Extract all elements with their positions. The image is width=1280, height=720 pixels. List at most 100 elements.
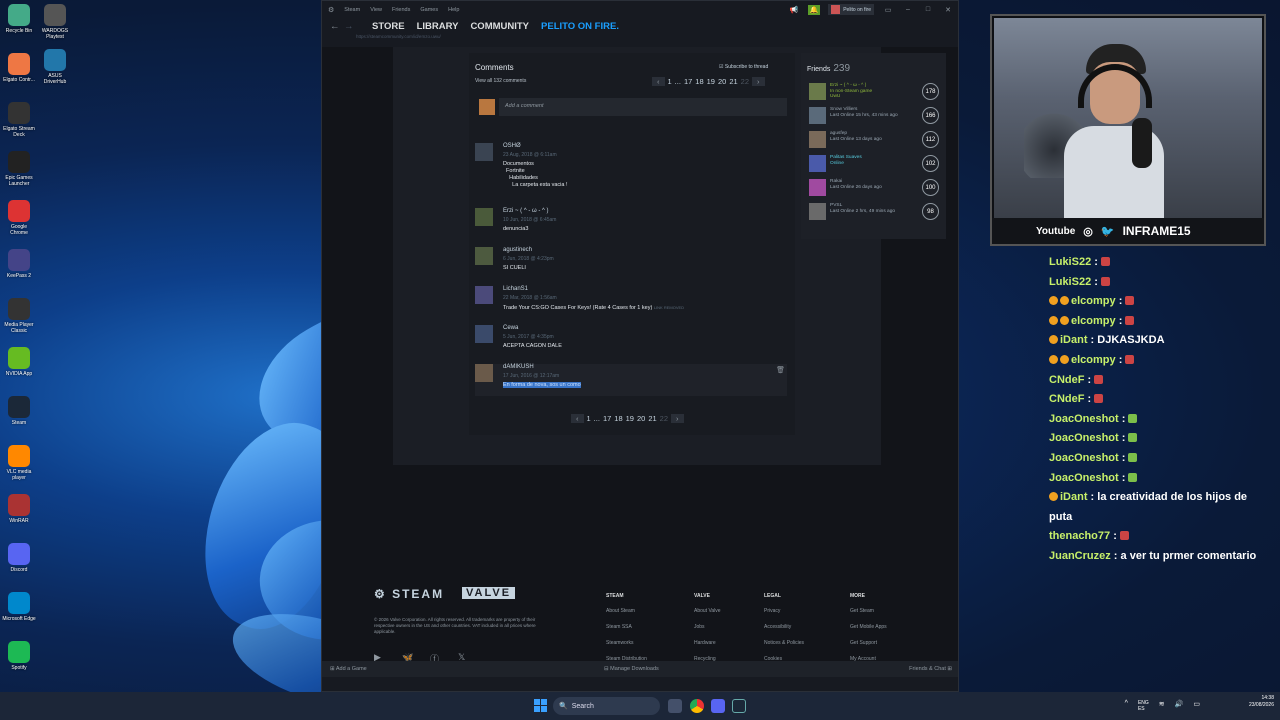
footer-link[interactable]: Get Support <box>850 640 887 646</box>
friend-row[interactable]: Rakai Last Online 26 days ago 100 <box>809 177 941 199</box>
pager-prev-bottom[interactable]: ‹ <box>571 414 584 423</box>
bell-icon[interactable]: 🔔 <box>808 4 821 15</box>
task-view-icon[interactable] <box>668 699 682 713</box>
chat-username[interactable]: elcompy <box>1071 315 1116 327</box>
chat-username[interactable]: CNdeF <box>1049 374 1084 386</box>
desktop-icon[interactable]: Discord <box>2 541 36 586</box>
page-1[interactable]: 1 <box>668 77 672 86</box>
footer-link[interactable]: Get Steam <box>850 608 887 614</box>
chat-username[interactable]: JoacOneshot <box>1049 432 1119 444</box>
chat-username[interactable]: iDant <box>1060 334 1088 346</box>
menu-games[interactable]: Games <box>420 7 438 13</box>
commenter-avatar[interactable] <box>475 143 493 161</box>
taskbar-search[interactable]: 🔍 Search <box>553 697 660 715</box>
footer-link[interactable]: Accessibility <box>764 624 804 630</box>
discord-icon[interactable] <box>711 699 725 713</box>
menu-steam[interactable]: Steam <box>344 7 360 13</box>
forward-arrow-icon[interactable]: → <box>344 21 354 32</box>
chrome-icon[interactable] <box>690 699 704 713</box>
back-arrow-icon[interactable]: ← <box>330 21 340 32</box>
nav-store[interactable]: STORE <box>372 21 405 32</box>
menu-view[interactable]: View <box>370 7 382 13</box>
desktop-icon[interactable]: ASUS DriverHub <box>38 47 72 92</box>
page-19[interactable]: 19 <box>707 77 715 86</box>
chat-username[interactable]: CNdeF <box>1049 393 1084 405</box>
pager-next-top[interactable]: › <box>752 77 765 86</box>
close-icon[interactable]: ✕ <box>942 5 954 15</box>
friend-row[interactable]: agusfep Last Online 13 days ago 112 <box>809 129 941 151</box>
commenter-avatar[interactable] <box>475 208 493 226</box>
user-menu[interactable]: Pelito on fire <box>828 4 874 15</box>
commenter-name[interactable]: Cewa <box>503 325 518 331</box>
desktop-icon[interactable]: KeePass 2 <box>2 247 36 292</box>
page-20[interactable]: 20 <box>637 414 645 423</box>
chat-username[interactable]: JoacOneshot <box>1049 472 1119 484</box>
page-17[interactable]: 17 <box>603 414 611 423</box>
menu-help[interactable]: Help <box>448 7 459 13</box>
page-19[interactable]: 19 <box>626 414 634 423</box>
commenter-name[interactable]: OSHØ <box>503 143 521 149</box>
commenter-avatar[interactable] <box>475 325 493 343</box>
menu-friends[interactable]: Friends <box>392 7 410 13</box>
wifi-icon[interactable]: ≋ <box>1159 700 1165 712</box>
manage-downloads-button[interactable]: ⊟ Manage Downloads <box>604 666 659 672</box>
desktop-icon[interactable]: WARDOGS Playtest <box>38 2 72 47</box>
nav-library[interactable]: LIBRARY <box>417 21 459 32</box>
megaphone-icon[interactable]: 📢 <box>788 5 800 15</box>
add-comment-input[interactable]: Add a comment <box>499 98 787 116</box>
desktop-icon[interactable]: Recycle Bin <box>2 2 36 47</box>
page-21[interactable]: 21 <box>729 77 737 86</box>
volume-icon[interactable]: 🔊 <box>1175 700 1184 712</box>
desktop-icon[interactable]: Elgato Stream Deck <box>2 100 36 145</box>
nav-community[interactable]: COMMUNITY <box>470 21 529 32</box>
page-18[interactable]: 18 <box>695 77 703 86</box>
footer-link[interactable]: About Steam <box>606 608 647 614</box>
pager-next-bottom[interactable]: › <box>671 414 684 423</box>
nav-profile[interactable]: PELITO ON FIRE. <box>541 21 619 32</box>
chevron-up-icon[interactable]: ^ <box>1125 700 1128 712</box>
minimize-icon[interactable]: – <box>902 5 914 15</box>
view-all-comments-link[interactable]: View all 132 comments <box>475 78 526 84</box>
chat-username[interactable]: elcompy <box>1071 354 1116 366</box>
friend-row[interactable]: Snow Villiers Last Online 15 hrs, 43 min… <box>809 105 941 127</box>
desktop-icon[interactable]: Media Player Classic <box>2 296 36 341</box>
clock[interactable]: 14:38 23/08/2026 <box>1249 695 1274 709</box>
commenter-name[interactable]: agustinech <box>503 247 532 253</box>
commenter-name[interactable]: Erzi ~ ( ^ - ω - ^ ) <box>503 208 548 214</box>
url-bar[interactable]: https://steamcommunity.com/id/emzo.uwu/ <box>322 34 958 45</box>
page-20[interactable]: 20 <box>718 77 726 86</box>
chat-username[interactable]: thenacho77 <box>1049 530 1110 542</box>
friends-chat-button[interactable]: Friends & Chat ⊞ <box>909 666 952 672</box>
desktop-icon[interactable]: Steam <box>2 394 36 439</box>
battery-icon[interactable]: ▭ <box>1193 700 1200 712</box>
chat-username[interactable]: JoacOneshot <box>1049 413 1119 425</box>
footer-link[interactable]: Get Mobile Apps <box>850 624 887 630</box>
page-18[interactable]: 18 <box>614 414 622 423</box>
commenter-name[interactable]: dAMIKUSH <box>503 364 534 370</box>
footer-link[interactable]: Notices & Policies <box>764 640 804 646</box>
footer-link[interactable]: Steam SSA <box>606 624 647 630</box>
desktop-icon[interactable]: VLC media player <box>2 443 36 488</box>
desktop-icon[interactable]: Epic Games Launcher <box>2 149 36 194</box>
chat-username[interactable]: JoacOneshot <box>1049 452 1119 464</box>
friend-row[interactable]: Palitas Suaves Online 102 <box>809 153 941 175</box>
desktop-icon[interactable]: Microsoft Edge <box>2 590 36 635</box>
pager-prev-top[interactable]: ‹ <box>652 77 665 86</box>
friends-title[interactable]: Friends 239 <box>807 63 850 74</box>
desktop-icon[interactable]: Spotify <box>2 639 36 684</box>
subscribe-thread[interactable]: ☑ Subscribe to thread <box>719 64 768 70</box>
desktop-icon[interactable]: NVIDIA App <box>2 345 36 390</box>
screen-icon[interactable]: ▭ <box>882 5 894 15</box>
language-indicator[interactable]: ENG ES <box>1138 700 1149 712</box>
add-game-button[interactable]: ⊞ Add a Game <box>330 666 367 672</box>
commenter-avatar[interactable] <box>475 247 493 265</box>
chat-username[interactable]: LukiS22 <box>1049 276 1091 288</box>
commenter-avatar[interactable] <box>475 364 493 382</box>
footer-link[interactable]: About Valve <box>694 608 721 614</box>
chat-username[interactable]: iDant <box>1060 491 1088 503</box>
page-1[interactable]: 1 <box>587 414 591 423</box>
footer-link[interactable]: Steamworks <box>606 640 647 646</box>
friend-row[interactable]: Erzi ~ ( ^ - ω - ^ ) In non-Steam game U… <box>809 81 941 103</box>
steam-taskbar-icon[interactable] <box>732 699 746 713</box>
page-21[interactable]: 21 <box>648 414 656 423</box>
